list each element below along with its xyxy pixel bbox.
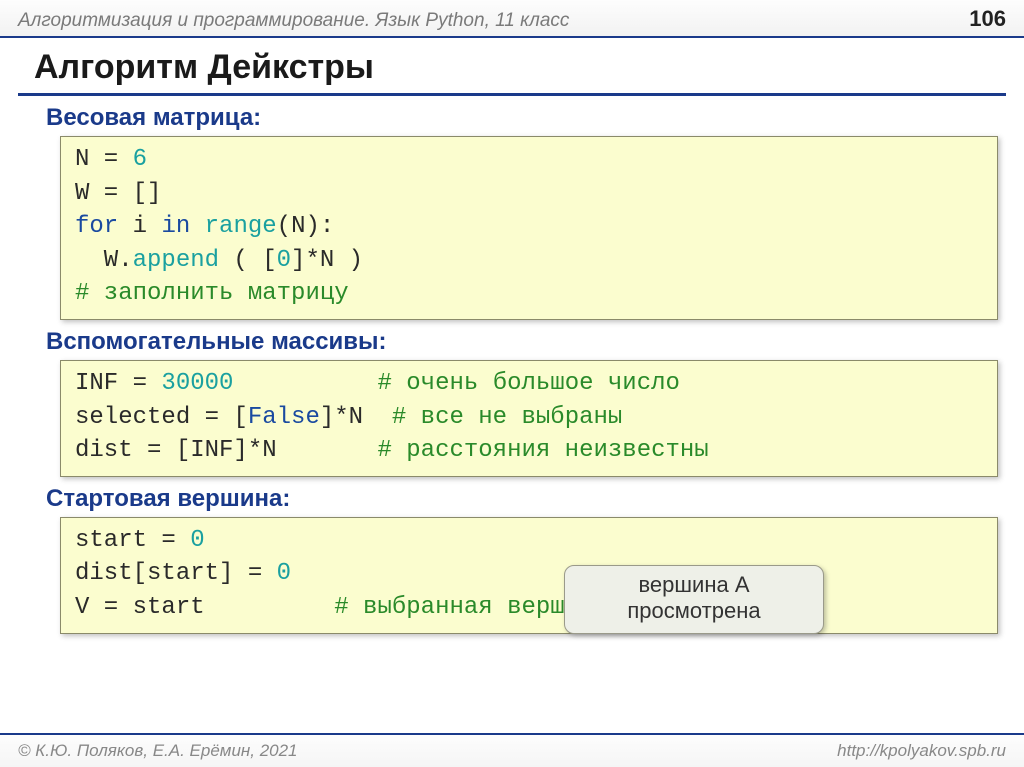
code-line: dist[start] = 0 bbox=[75, 560, 291, 587]
slide-footer: © К.Ю. Поляков, Е.А. Ерёмин, 2021 http:/… bbox=[0, 733, 1024, 767]
callout-line: просмотрена bbox=[575, 598, 813, 624]
callout-line: вершина A bbox=[575, 572, 813, 598]
slide-header: Алгоритмизация и программирование. Язык … bbox=[0, 0, 1024, 38]
code-line: selected = [False]*N # все не выбраны bbox=[75, 404, 622, 431]
section-aux-arrays: Вспомогательные массивы: bbox=[46, 328, 1024, 356]
slide-title: Алгоритм Дейкстры bbox=[34, 48, 1024, 87]
section-start-vertex: Стартовая вершина: bbox=[46, 485, 1024, 513]
code-block-2: INF = 30000 # очень большое число select… bbox=[60, 360, 998, 477]
code-line: N = 6 bbox=[75, 146, 147, 173]
callout-vertex-a: вершина A просмотрена bbox=[564, 565, 824, 634]
code-line: W = [] bbox=[75, 180, 161, 207]
code-block-3: start = 0 dist[start] = 0 V = start # вы… bbox=[60, 517, 998, 634]
code-line: start = 0 bbox=[75, 527, 205, 554]
section-weight-matrix: Весовая матрица: bbox=[46, 104, 1024, 132]
code-line: dist = [INF]*N # расстояния неизвестны bbox=[75, 437, 709, 464]
title-underline bbox=[18, 93, 1006, 96]
code-line: INF = 30000 # очень большое число bbox=[75, 370, 680, 397]
code-line: # заполнить матрицу bbox=[75, 280, 349, 307]
footer-url: http://kpolyakov.spb.ru bbox=[837, 741, 1006, 761]
header-subject: Алгоритмизация и программирование. Язык … bbox=[18, 10, 569, 32]
page-number: 106 bbox=[969, 6, 1006, 32]
code-line: for i in range(N): bbox=[75, 213, 334, 240]
footer-copyright: © К.Ю. Поляков, Е.А. Ерёмин, 2021 bbox=[18, 741, 298, 761]
code-block-1: N = 6 W = [] for i in range(N): W.append… bbox=[60, 136, 998, 320]
code-line: W.append ( [0]*N ) bbox=[75, 247, 363, 274]
code-line: V = start # выбранная вершина bbox=[75, 594, 608, 621]
